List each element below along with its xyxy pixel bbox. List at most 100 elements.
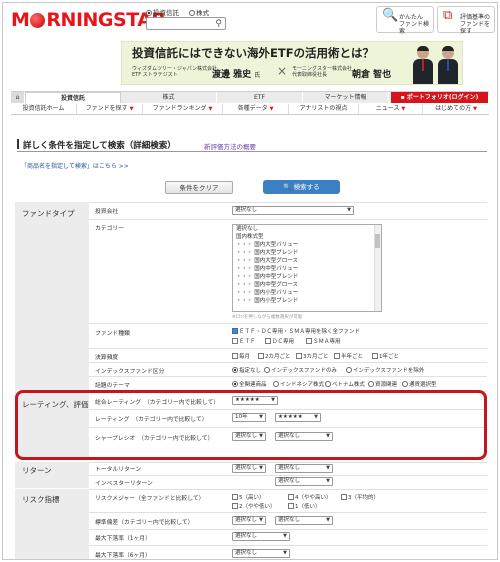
category-option[interactable]: 選択なし <box>236 225 381 233</box>
section-fund-type: ファンドタイプ <box>15 202 89 390</box>
easy-fund-search-button[interactable]: 🔍 かんたん ファンド検索 <box>376 6 434 35</box>
banner-person-photo <box>437 46 459 84</box>
tab-market[interactable]: マーケット情報 <box>303 92 389 103</box>
divider <box>89 475 487 476</box>
tab-stock[interactable]: 株式 <box>121 92 217 103</box>
risk-measure-checkbox[interactable]: 3（平均的） <box>341 493 379 501</box>
morningstar-logo[interactable]: M RNINGSTAR <box>11 9 166 31</box>
fund-kind-dc-checkbox[interactable]: ＤＣ専用 <box>265 337 294 345</box>
search-type-radios: 投資信託 株式 <box>146 7 217 17</box>
category-option[interactable]: ・・・ 国内大型バリュー <box>236 241 381 249</box>
category-option[interactable]: ・・・ 国内小型バリュー <box>236 289 381 297</box>
clear-button[interactable]: 条件をクリア <box>165 181 233 194</box>
theme-option-label: 全関連商品 <box>239 382 267 388</box>
subnav-fund-home[interactable]: 投資信託ホーム <box>11 104 77 114</box>
portfolio-login-button[interactable]: ▪ ポートフォリオ(ログイン) <box>391 92 489 103</box>
rated-fund-button[interactable]: ⧉ 評価基準の ファンドを探す <box>437 6 495 35</box>
category-option[interactable]: ・・・ 国内中型グロース <box>236 281 381 289</box>
radio-stock[interactable]: 株式 <box>189 9 209 17</box>
drawdown-1m-select[interactable]: 選択なし ▼ <box>232 532 290 541</box>
category-option[interactable]: ・・・ 国内中型バリュー <box>236 265 381 273</box>
subnav-beginner-label: はじめての方 <box>435 105 472 112</box>
theme-radio[interactable]: インドネシア株式 <box>273 380 324 388</box>
category-option[interactable]: 国内株式型 <box>236 233 381 241</box>
chevron-down-icon: ▼ <box>473 106 477 112</box>
tab-fund[interactable]: 投資信託 <box>25 92 121 103</box>
index-radio-none[interactable]: 指定なし <box>232 366 261 374</box>
total-return-select-2[interactable]: 選択なし ▼ <box>275 464 333 473</box>
banner-person-photo <box>412 46 434 84</box>
subnav-beginner[interactable]: はじめての方 ▼ <box>423 104 489 114</box>
subnav-ranking[interactable]: ファンドランキング ▼ <box>143 104 223 114</box>
easy-search-line2: ファンド検索 <box>399 21 430 35</box>
fund-kind-sma-checkbox[interactable]: ＳＭＡ専用 <box>306 337 341 345</box>
total-return-select-1[interactable]: 選択なし ▼ <box>232 464 266 473</box>
radio-off-icon <box>402 381 408 387</box>
subnav-find-fund[interactable]: ファンドを探す ▼ <box>77 104 143 114</box>
index-radio-exclude[interactable]: インデックスファンドを除外 <box>346 366 424 374</box>
risk-measure-checkbox[interactable]: 1（低い） <box>288 502 321 510</box>
search-button[interactable]: 🔍 検索する <box>263 180 340 194</box>
chevron-down-icon: ▼ <box>269 106 274 112</box>
radio-fund[interactable]: 投資信託 <box>146 9 179 17</box>
chevron-down-icon: ▼ <box>208 106 213 112</box>
risk-measure-checkbox[interactable]: 4（やや高い） <box>288 493 332 501</box>
search-icon: 🔍 <box>283 183 292 191</box>
subnav-analyst[interactable]: アナリストの視点 <box>289 104 359 114</box>
risk-measure-checkbox[interactable]: 2（やや低い） <box>232 502 276 510</box>
radio-off-icon <box>189 10 196 16</box>
subnav-data[interactable]: 各種データ ▼ <box>223 104 289 114</box>
listbox-scrollbar[interactable] <box>374 225 381 311</box>
company-label: 投資会社 <box>95 209 119 215</box>
category-option[interactable]: ・・・ 国内大型ブレンド <box>236 249 381 257</box>
std-dev-select-2[interactable]: 選択なし ▼ <box>275 516 333 525</box>
banner-times: × <box>277 64 288 78</box>
checkbox-icon <box>258 353 264 359</box>
total-return-label: トータルリターン <box>95 467 142 473</box>
settle-checkbox[interactable]: 1年ごと <box>372 352 399 360</box>
company-select[interactable]: 選択なし ▼ <box>232 206 354 215</box>
investor-return-value: 選択なし <box>278 478 301 484</box>
easy-search-line1: かんたん <box>399 14 424 21</box>
tab-etf[interactable]: ETF <box>217 92 303 103</box>
risk-measure-checkbox[interactable]: 5（高い） <box>232 493 265 501</box>
section-fund-type-label: ファンドタイプ <box>22 209 75 218</box>
subnav-ranking-label: ファンドランキング <box>152 105 207 112</box>
category-option[interactable]: ・・・ 国内大型グロース <box>236 257 381 265</box>
overview-link[interactable]: 新評価方法の概要 <box>204 141 256 151</box>
category-listbox[interactable]: 選択なし 国内株式型 ・・・ 国内大型バリュー ・・・ 国内大型ブレンド ・・・… <box>232 224 382 312</box>
category-option[interactable]: ・・・ 国内小型ブレンド <box>236 297 381 305</box>
page-title-bar: 詳しく条件を指定して検索（詳細検索） 新評価方法の概要 <box>17 137 487 152</box>
subnav-data-label: 各種データ <box>237 105 268 112</box>
index-radio-only[interactable]: インデックスファンドのみ <box>264 366 337 374</box>
radio-on-icon <box>146 10 152 16</box>
theme-radio[interactable]: 全関連商品 <box>232 380 267 388</box>
theme-radio[interactable]: ベトナム株式 <box>325 380 365 388</box>
investor-return-select[interactable]: 選択なし ▼ <box>275 477 333 486</box>
rated-fund-line1: 評価基準の <box>460 14 491 21</box>
settle-checkbox[interactable]: 3カ月ごと <box>296 352 329 360</box>
divider <box>89 376 487 377</box>
settle-checkbox[interactable]: 半年ごと <box>334 352 363 360</box>
rated-fund-line2: ファンドを探す <box>460 21 491 35</box>
divider <box>89 512 487 513</box>
name-search-link[interactable]: 「商品名を指定して検索」はこちら >> <box>21 161 129 170</box>
banner-right-org: モーニングスター株式会社 代表取締役社長 <box>292 66 352 78</box>
fund-kind-etf-checkbox[interactable]: ＥＴＦ <box>232 337 256 345</box>
search-icon[interactable]: ⚲ <box>215 19 222 29</box>
home-icon[interactable]: ⌂ <box>11 92 25 103</box>
category-option[interactable]: ・・・ 国内中型ブレンド <box>236 273 381 281</box>
subnav-news[interactable]: ニュース ▼ <box>359 104 423 114</box>
ad-banner[interactable]: 投資信託にはできない海外ETFの活用術とは？ ウィズダムツリー・ジャパン株式会社… <box>121 41 463 85</box>
std-dev-select-1[interactable]: 選択なし ▼ <box>232 516 266 525</box>
subnav-news-label: ニュース <box>375 105 400 112</box>
search-input[interactable]: ⚲ <box>146 17 226 30</box>
settle-checkbox[interactable]: 2カ月ごと <box>258 352 291 360</box>
settle-checkbox[interactable]: 毎月 <box>232 352 250 360</box>
checkbox-icon <box>334 353 340 359</box>
drawdown-6m-select[interactable]: 選択なし ▼ <box>232 549 290 558</box>
theme-radio[interactable]: 通貨選択型 <box>402 380 437 388</box>
fund-kind-all-checkbox[interactable]: ＥＴＦ・ＤＣ専用・ＳＭＡ専用を除く全ファンド <box>232 327 360 335</box>
scrollbar-thumb[interactable] <box>375 234 380 248</box>
theme-radio[interactable]: 資源関連 <box>368 380 397 388</box>
